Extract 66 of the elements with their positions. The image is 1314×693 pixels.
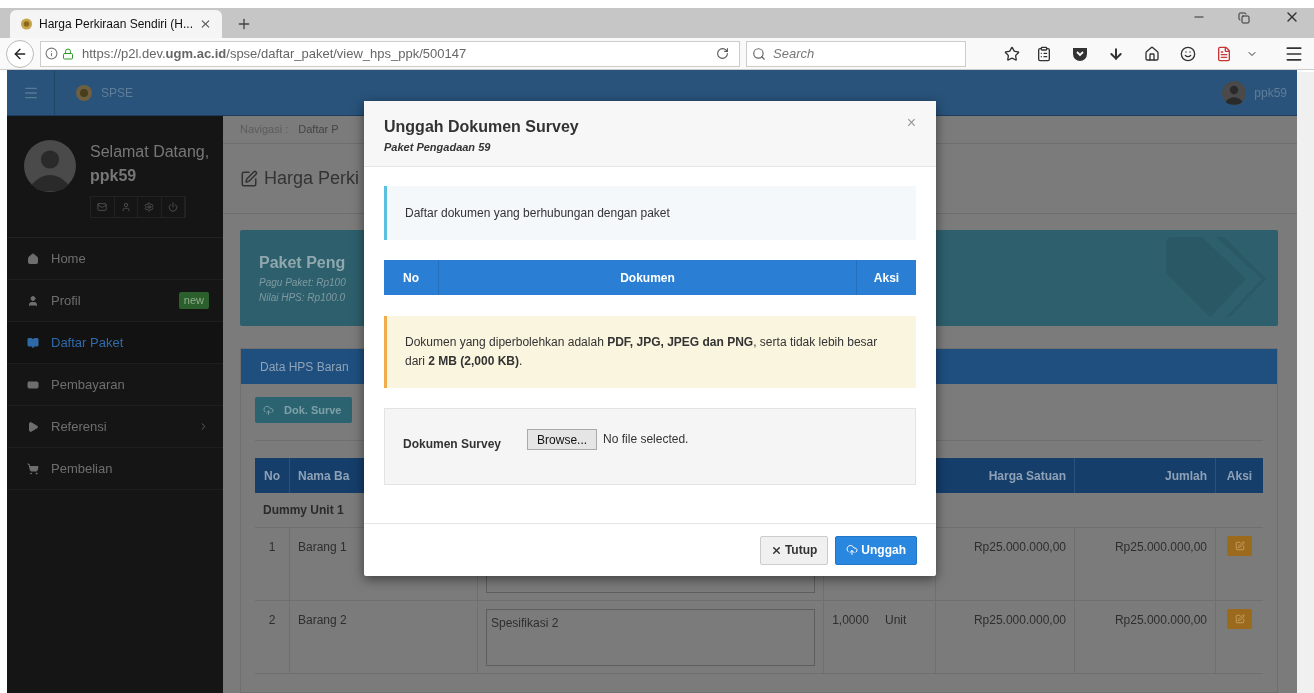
cloud-upload-icon: [846, 544, 859, 556]
close-button[interactable]: ×: [906, 115, 916, 131]
pagu-text: Pagu Paket: Rp100: [259, 276, 346, 290]
warning-text: Dokumen yang diperbolehkan adalah PDF, JPG, JPEG dan PNG, serta tidak lebih besar dari 2 MB (2,000 KB).: [405, 334, 879, 370]
table-cell: Rp25.000.000,00: [935, 601, 1074, 674]
package-title: Paket Peng: [259, 253, 346, 273]
table-cell-text: 1: [267, 539, 277, 556]
tab-title: Harga Perkiraan Sendiri (H...: [38, 16, 194, 33]
info-text: Daftar dokumen yang berhubungan dengan paket: [405, 205, 670, 222]
table-cell-text: Unit: [884, 612, 908, 629]
hps-text: Nilai HPS: Rp100.0: [259, 291, 346, 305]
browse-button[interactable]: Browse...: [527, 429, 598, 450]
new-tab-icon[interactable]: [236, 16, 252, 32]
upload-button[interactable]: Unggah: [835, 535, 917, 565]
username-text: ppk59: [90, 166, 138, 186]
close-icon: [770, 544, 782, 556]
table-cell: 1,0000: [823, 601, 877, 674]
book-icon: [27, 336, 39, 349]
clipboard-icon[interactable]: [1036, 45, 1052, 62]
survey-button[interactable]: Dok. Surve: [255, 397, 352, 423]
logo-icon: [75, 83, 93, 102]
dialog-title: Unggah Dokumen Survey: [384, 117, 580, 137]
spec-textarea[interactable]: Spesifikasi 2: [486, 609, 815, 666]
cart-icon: [27, 462, 39, 475]
star-icon[interactable]: [1004, 45, 1020, 62]
field-label: Dokumen Survey: [403, 436, 502, 453]
lock-icon: [62, 47, 74, 60]
tab-label[interactable]: Data HPS Baran: [260, 357, 349, 376]
file-status: No file selected.: [603, 431, 689, 448]
info-icon[interactable]: [45, 47, 58, 60]
table-cell-text: 2: [267, 612, 277, 629]
url-text: https://p2l.dev.ugm.ac.id/spse/daftar_paket/view_hps_ppk/500147: [82, 44, 468, 63]
dialog-subtitle: Paket Pengadaan 59: [384, 140, 492, 155]
download-icon[interactable]: [1108, 45, 1124, 62]
user-icon: [27, 294, 39, 307]
search-icon: [752, 46, 766, 61]
document-icon[interactable]: [1216, 45, 1232, 62]
table-cell: Rp25.000.000,00: [1074, 528, 1215, 601]
back-button[interactable]: [6, 39, 34, 68]
avatar-icon: [24, 140, 76, 192]
edit-icon: [1234, 614, 1245, 624]
restore-icon[interactable]: [1238, 12, 1250, 24]
greeting-text: Selamat Datang,: [90, 142, 210, 162]
home-icon: [27, 252, 39, 265]
page-title: Harga Perki: [264, 167, 360, 190]
url-field[interactable]: https://p2l.dev.ugm.ac.id/spse/daftar_paket/view_hps_ppk/500147: [40, 40, 740, 67]
home-icon[interactable]: [1144, 45, 1160, 62]
scrollbar[interactable]: [1297, 72, 1314, 693]
cloud-upload-icon: [263, 404, 274, 416]
close-button[interactable]: Tutup: [759, 535, 829, 565]
logo-icon: [20, 17, 33, 31]
group-label: Dummy Unit 1: [263, 502, 344, 519]
pocket-icon[interactable]: [1072, 45, 1088, 62]
search-field[interactable]: Search: [746, 40, 966, 67]
avatar-icon: [1222, 80, 1247, 105]
document-table-header: No Dokumen Aksi: [384, 260, 916, 295]
triangle-icon: [27, 420, 39, 433]
new-badge: new: [178, 292, 209, 309]
browser-tab[interactable]: Harga Perkiraan Sendiri (H...: [10, 10, 222, 38]
table-cell: Barang 2: [289, 601, 477, 674]
edit-icon: [1234, 541, 1245, 551]
edit-icon: [240, 169, 258, 188]
table-cell: Rp25.000.000,00: [1074, 601, 1215, 674]
reload-icon[interactable]: [716, 47, 729, 60]
smiley-icon[interactable]: [1180, 45, 1196, 62]
close-icon[interactable]: [199, 17, 212, 31]
